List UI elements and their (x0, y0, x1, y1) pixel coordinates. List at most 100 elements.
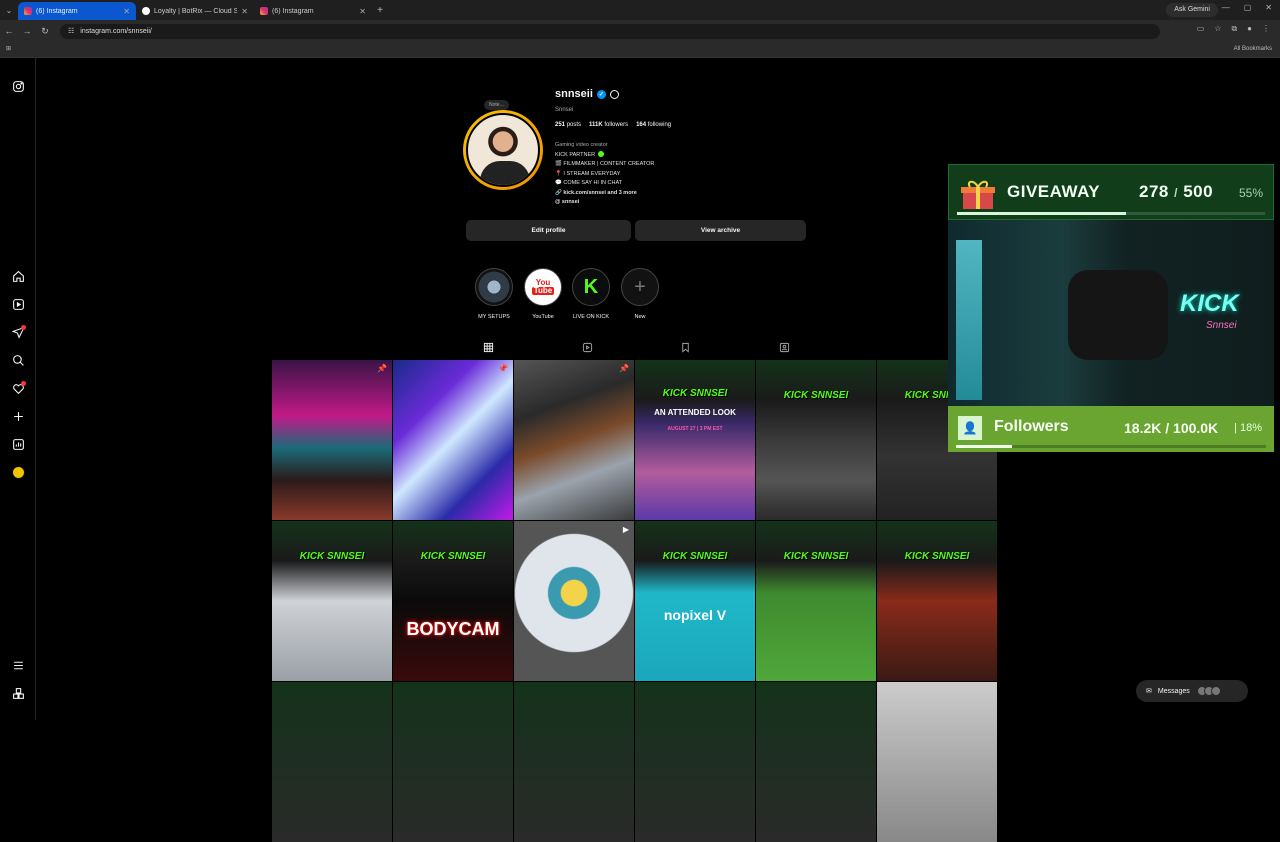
post-tile[interactable] (756, 682, 876, 842)
highlight-label: New (634, 314, 646, 320)
pc-case-light (956, 240, 982, 400)
post-tile-pc-build[interactable]: 📌 (393, 360, 513, 520)
followers-progress-fill (956, 445, 1012, 448)
back-icon[interactable]: ← (0, 26, 18, 36)
giveaway-widget: GIVEAWAY 278 / 500 55% (948, 164, 1274, 220)
instagram-logo-icon[interactable] (10, 78, 26, 94)
pinned-icon: 📌 (498, 364, 508, 373)
neon-sign-sub: Snnsei (1206, 320, 1237, 331)
new-tab-button[interactable]: + (372, 5, 388, 16)
close-tab-icon[interactable]: ✕ (359, 7, 366, 16)
pinned-icon: 📌 (377, 364, 387, 373)
bookmark-star-icon[interactable]: ☆ (1214, 24, 1221, 34)
post-tile-fps[interactable]: KICK SNNSEI (756, 360, 876, 520)
username-text: snnseii (555, 88, 593, 100)
browser-tab-bar: ⌄ (6) Instagram ✕ Loyalty | BotRix — Clo… (0, 0, 1280, 20)
tab-posts-grid-icon[interactable] (481, 340, 495, 354)
menu-icon[interactable]: ⋮ (1262, 24, 1270, 34)
pinned-icon: 📌 (619, 364, 629, 373)
profile-stats: 251 posts 111K followers 164 following (555, 122, 671, 128)
kick-dot-icon (598, 151, 605, 158)
post-tile-setup[interactable]: 📌 (272, 360, 392, 520)
highlight-label: YouTube (532, 314, 554, 320)
browser-tab-instagram[interactable]: (6) Instagram ✕ (18, 2, 136, 20)
settings-gear-icon[interactable] (609, 89, 619, 99)
followers-goal-percent: | 18% (1234, 422, 1262, 434)
post-tile-nopixel[interactable]: KICK SNNSEI nopixel V (635, 521, 755, 681)
plus-icon: + (621, 268, 659, 306)
following-count[interactable]: 164 following (636, 122, 671, 128)
create-plus-icon[interactable] (10, 408, 26, 424)
post-tile-jet[interactable]: KICK SNNSEI (272, 521, 392, 681)
post-tile[interactable] (393, 682, 513, 842)
url-field[interactable]: ☷ instagram.com/snnseii/ (60, 23, 1160, 39)
bio-line: 💬 COME SAY HI IN CHAT (555, 180, 623, 186)
search-icon[interactable] (10, 352, 26, 368)
forward-icon[interactable]: → (18, 26, 36, 36)
reload-icon[interactable]: ↻ (36, 26, 54, 37)
messages-icon: ✉ (1146, 688, 1152, 695)
tab-search-icon[interactable]: ⌄ (0, 6, 18, 15)
giveaway-progress-fill (957, 212, 1127, 215)
minimize-icon[interactable]: — (1222, 3, 1230, 12)
extensions-icon[interactable]: ⧉ (1231, 24, 1237, 34)
browser-tab-botrix[interactable]: Loyalty | BotRix — Cloud Strea ✕ (136, 2, 254, 20)
user-icon: 👤 (958, 416, 982, 440)
post-tile-unattended[interactable]: KICK SNNSEI AN ATTENDED LOOK AUGUST 27 |… (635, 360, 755, 520)
post-tile[interactable] (272, 682, 392, 842)
highlight-new[interactable]: + New (620, 268, 660, 320)
view-archive-button[interactable]: View archive (635, 220, 806, 241)
gaming-chair (1068, 270, 1168, 360)
messages-button[interactable]: ✉ Messages (1136, 680, 1248, 702)
instagram-sidebar (0, 58, 36, 720)
highlight-live-on-kick[interactable]: K LIVE ON KICK (571, 268, 611, 320)
ask-gemini-button[interactable]: Ask Gemini (1166, 3, 1218, 17)
botrix-favicon-icon (142, 7, 150, 15)
message-avatars (1196, 686, 1221, 696)
also-from-meta-icon[interactable] (10, 685, 26, 701)
close-window-icon[interactable]: ✕ (1265, 3, 1272, 12)
maximize-icon[interactable]: ▢ (1244, 3, 1252, 12)
dashboard-icon[interactable] (10, 436, 26, 452)
all-bookmarks-link[interactable]: All Bookmarks (1234, 46, 1272, 52)
profile-picture[interactable] (463, 110, 543, 190)
tab-reels-icon[interactable] (580, 340, 594, 354)
reels-icon[interactable] (10, 296, 26, 312)
highlight-youtube[interactable]: You Tube YouTube (523, 268, 563, 320)
more-menu-icon[interactable] (10, 657, 26, 673)
close-tab-icon[interactable]: ✕ (123, 7, 130, 16)
post-tile[interactable] (877, 682, 997, 842)
notifications-heart-icon[interactable] (10, 380, 26, 396)
followers-goal-count: 18.2K / 100.0K (1124, 420, 1219, 436)
post-tile[interactable] (635, 682, 755, 842)
tab-title: (6) Instagram (36, 7, 78, 15)
profile-bio: Gaming video creator KICK PARTNER 🎬 FILM… (555, 141, 654, 208)
site-info-icon[interactable]: ☷ (68, 27, 74, 35)
browser-tab-instagram-2[interactable]: (6) Instagram ✕ (254, 2, 372, 20)
highlight-label: LIVE ON KICK (572, 314, 610, 320)
followers-count[interactable]: 111K followers (589, 122, 628, 128)
followers-progress-bar (956, 445, 1266, 448)
edit-profile-button[interactable]: Edit profile (466, 220, 631, 241)
cast-icon[interactable]: ▭ (1197, 24, 1205, 34)
note-bubble[interactable]: Note... (484, 100, 509, 110)
post-tile-football[interactable]: KICK SNNSEI (756, 521, 876, 681)
followers-title: Followers (994, 418, 1069, 435)
post-tile-explosion[interactable]: KICK SNNSEI (877, 521, 997, 681)
youtube-icon: You Tube (524, 268, 562, 306)
tab-saved-bookmark-icon[interactable] (678, 340, 692, 354)
tab-tagged-icon[interactable] (777, 340, 791, 354)
profile-link[interactable]: 🔗 kick.com/snnsei and 3 more (555, 189, 654, 199)
post-tile-pc-cooler[interactable]: ▶ (514, 521, 634, 681)
threads-link[interactable]: @ snnsei (555, 198, 654, 208)
post-tile-bodycam[interactable]: KICK SNNSEI BODYCAM (393, 521, 513, 681)
close-tab-icon[interactable]: ✕ (241, 7, 248, 16)
apps-icon[interactable]: ⊞ (6, 45, 11, 52)
post-tile-desk[interactable]: 📌 (514, 360, 634, 520)
direct-messages-icon[interactable] (10, 324, 26, 340)
profile-icon[interactable]: ● (1247, 24, 1252, 34)
post-tile[interactable] (514, 682, 634, 842)
highlight-my-setups[interactable]: MY SETUPS (474, 268, 514, 320)
home-icon[interactable] (10, 268, 26, 284)
profile-avatar[interactable] (10, 464, 26, 480)
